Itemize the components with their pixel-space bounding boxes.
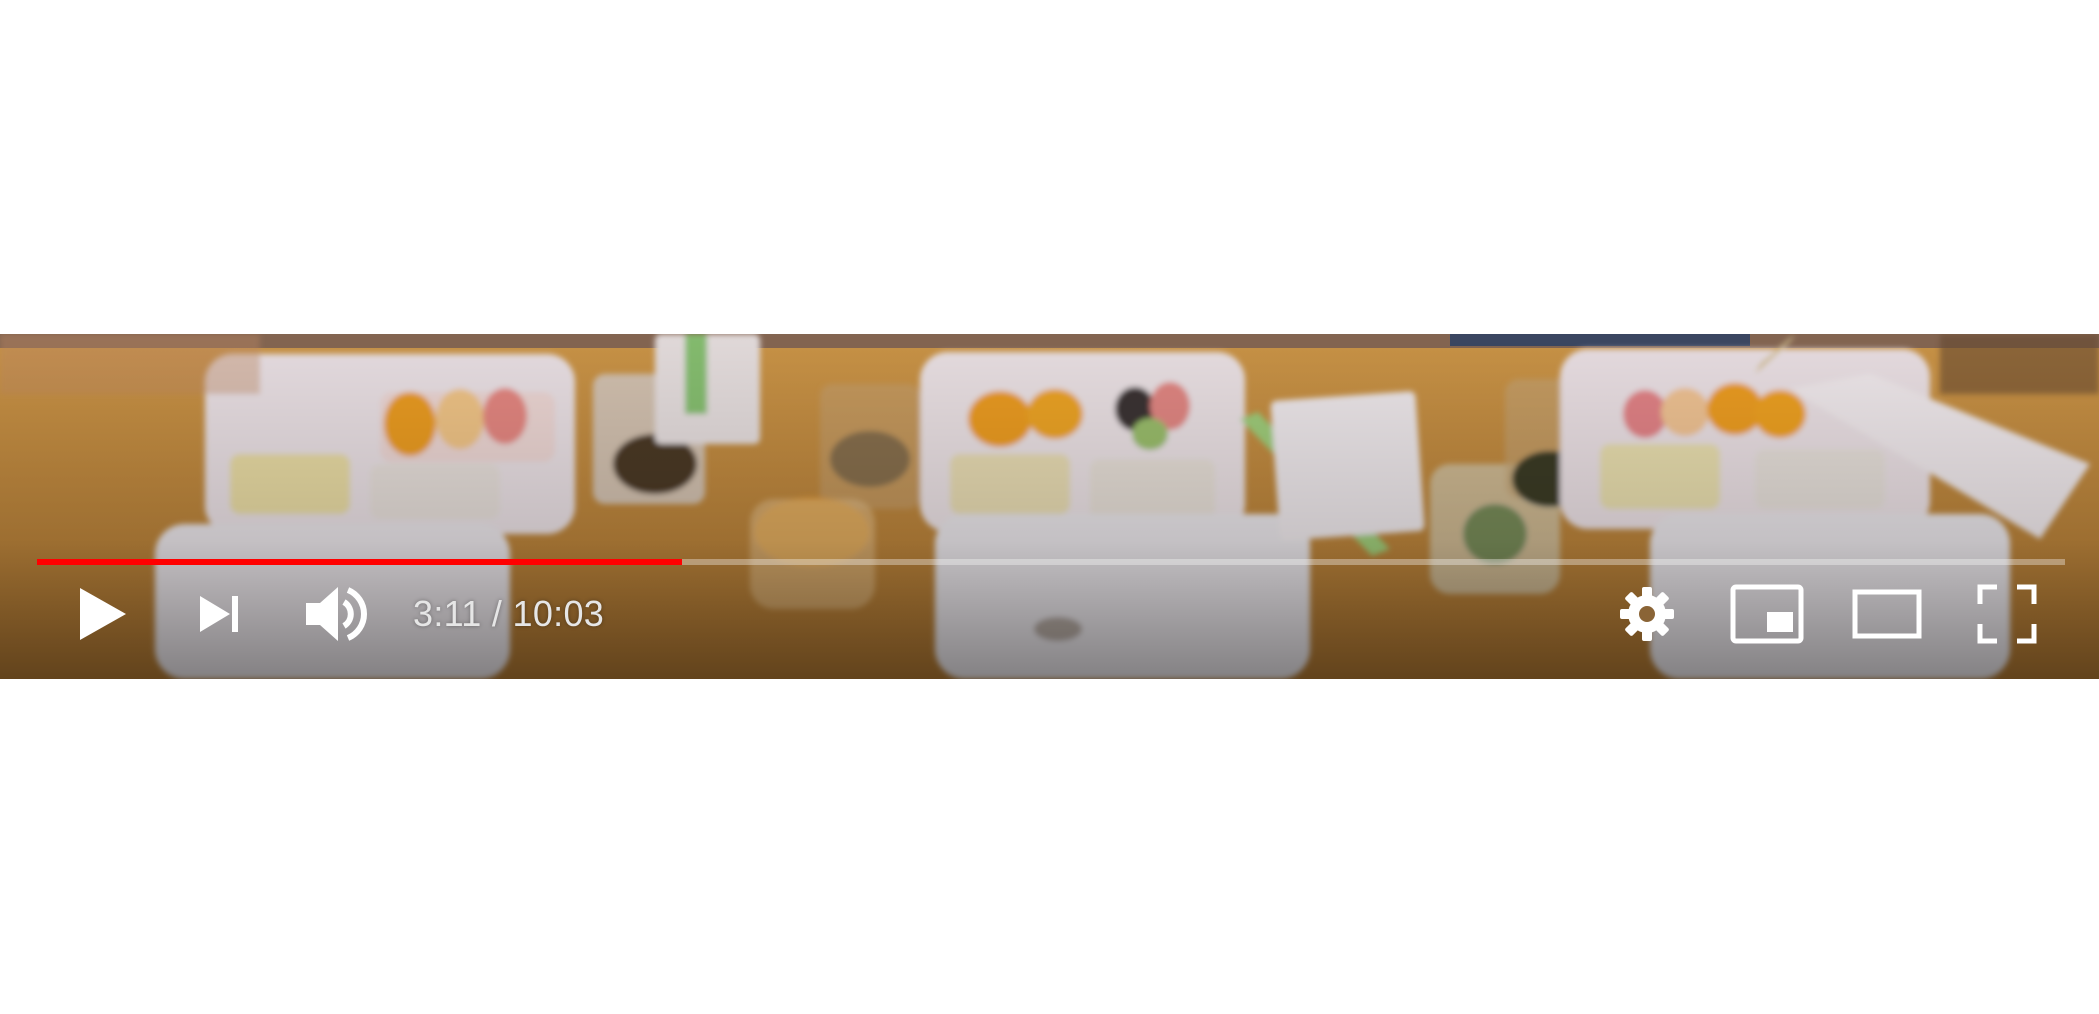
time-display: 3:11 / 10:03 bbox=[413, 574, 604, 654]
play-button[interactable] bbox=[62, 574, 142, 654]
mute-button[interactable] bbox=[295, 574, 375, 654]
settings-button[interactable] bbox=[1605, 574, 1689, 654]
theater-icon bbox=[1852, 589, 1922, 639]
miniplayer-button[interactable] bbox=[1725, 574, 1809, 654]
volume-icon bbox=[306, 587, 367, 641]
next-icon bbox=[200, 596, 238, 632]
gear-icon bbox=[1620, 587, 1674, 641]
time-current: 3:11 bbox=[413, 593, 482, 634]
time-total: 10:03 bbox=[512, 593, 605, 634]
theater-mode-button[interactable] bbox=[1845, 574, 1929, 654]
time-separator: / bbox=[481, 593, 513, 634]
next-button[interactable] bbox=[180, 574, 260, 654]
progress-bar[interactable] bbox=[37, 556, 2065, 566]
control-bar: 3:11 / 10:03 bbox=[0, 574, 2099, 654]
page: 3:11 / 10:03 bbox=[0, 0, 2099, 1014]
fullscreen-button[interactable] bbox=[1965, 574, 2049, 654]
play-icon bbox=[80, 588, 126, 640]
progress-played bbox=[37, 559, 682, 565]
miniplayer-icon bbox=[1730, 584, 1804, 644]
video-player[interactable]: 3:11 / 10:03 bbox=[0, 334, 2099, 679]
fullscreen-icon bbox=[1977, 584, 2037, 644]
